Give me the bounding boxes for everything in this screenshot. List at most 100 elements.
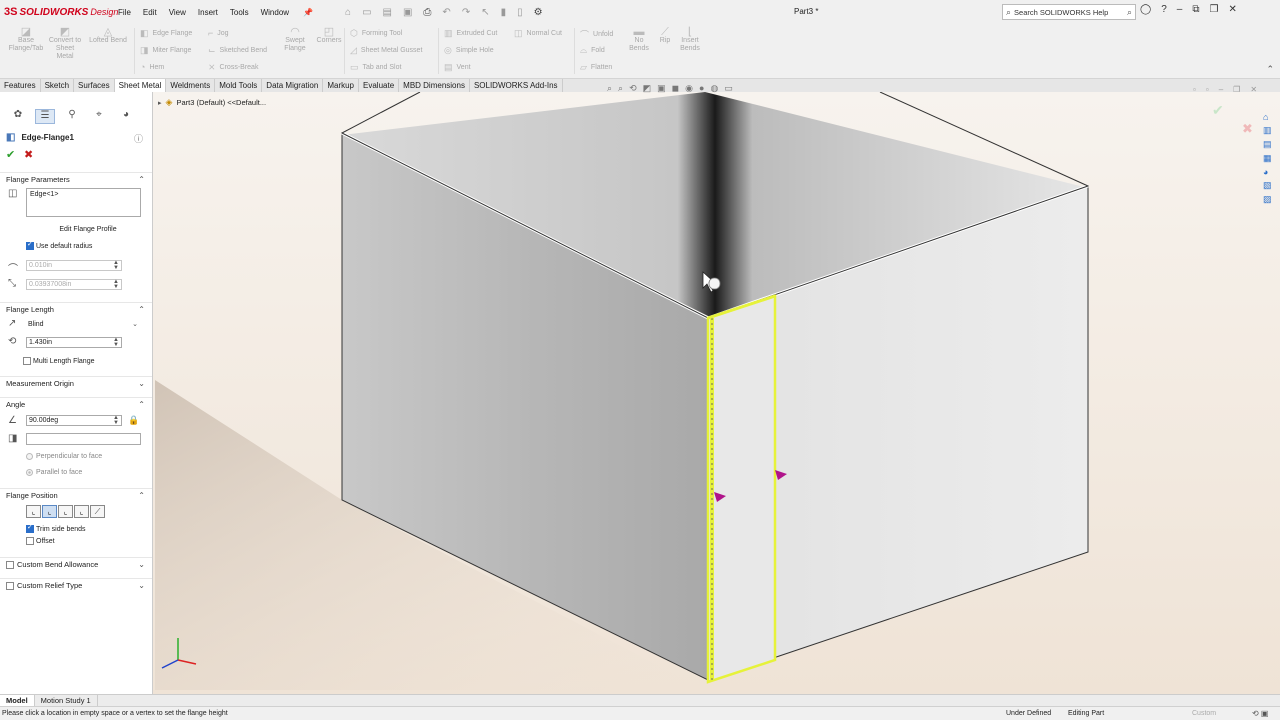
convert-sheet-metal-tool[interactable]: ◩ Convert to Sheet Metal — [48, 27, 82, 61]
menu-edit[interactable]: Edit — [137, 8, 163, 17]
tab-addins[interactable]: SOLIDWORKS Add-Ins — [470, 79, 563, 92]
flatten-tool[interactable]: ▱ Flatten — [580, 62, 612, 73]
menu-tools[interactable]: Tools — [224, 8, 255, 17]
tab-weldments[interactable]: Weldments — [166, 79, 216, 92]
spin-arrows-icon[interactable]: ▲ ▼ — [113, 337, 119, 348]
forum-icon[interactable]: ▨ — [1263, 194, 1272, 205]
help-circle-icon[interactable]: ⓘ — [134, 132, 143, 145]
expand-arrow-icon[interactable]: ▸ — [158, 99, 162, 107]
edit-appearance-icon[interactable]: ● — [699, 83, 704, 94]
select-icon[interactable]: ↖ — [481, 7, 489, 18]
options-gear-icon[interactable]: ⚙ — [534, 7, 543, 18]
trim-side-bends-checkbox[interactable]: Trim side bends — [26, 523, 86, 533]
print-icon[interactable]: ⎙ — [423, 7, 431, 18]
help-icon[interactable]: ? — [1161, 4, 1167, 15]
zoom-to-area-icon[interactable]: ⌕ — [618, 83, 623, 94]
section-flange-position[interactable]: Flange Position ⌃ — [0, 488, 152, 502]
feature-tree-flyout[interactable]: ▸ ◈ Part3 (Default) <<Default... — [158, 97, 266, 108]
spin-arrows-icon[interactable]: ▲ ▼ — [113, 279, 119, 290]
forming-tool[interactable]: ⬡ Forming Tool — [350, 28, 402, 39]
view-orientation-icon[interactable]: ▣ — [657, 83, 666, 94]
miter-flange-tool[interactable]: ◨ Miter Flange — [140, 45, 191, 56]
feature-manager-icon[interactable]: ✿ — [8, 109, 28, 124]
section-angle[interactable]: Angle ⌃ — [0, 397, 152, 411]
task-home-icon[interactable]: ⌂ — [1263, 112, 1272, 122]
fold-tool[interactable]: ⌓ Fold — [580, 45, 605, 56]
section-view-icon[interactable]: ◩ — [643, 83, 652, 94]
property-manager-icon[interactable]: ☰ — [35, 109, 55, 124]
gap-distance-field[interactable]: 0.03937008in ▲ ▼ — [26, 279, 122, 290]
graphics-area[interactable] — [153, 92, 1280, 694]
file-explorer-icon[interactable]: ▤ — [1263, 139, 1272, 150]
tab-features[interactable]: Features — [0, 79, 41, 92]
minimize-icon[interactable]: – — [1177, 4, 1183, 15]
use-default-radius-checkbox[interactable]: Use default radius — [26, 240, 92, 250]
cross-break-tool[interactable]: ⨯ Cross-Break — [208, 62, 258, 73]
close-icon[interactable]: ✕ — [1228, 4, 1236, 15]
rebuild-icon[interactable]: ▮ — [501, 7, 507, 18]
simple-hole-tool[interactable]: ◎ Simple Hole — [444, 45, 494, 56]
tangent-to-bend-icon[interactable]: ⟋ — [90, 505, 105, 518]
zoom-to-fit-icon[interactable]: ⌕ — [607, 83, 612, 94]
flange-length-field[interactable]: 1.430in ▲ ▼ — [26, 337, 122, 348]
tab-mold-tools[interactable]: Mold Tools — [215, 79, 263, 92]
menu-insert[interactable]: Insert — [192, 8, 224, 17]
flange-preview[interactable] — [706, 294, 777, 684]
viewport-restore-icon[interactable]: ❐ — [1233, 85, 1240, 94]
menu-view[interactable]: View — [163, 8, 192, 17]
section-flange-length[interactable]: Flange Length ⌃ — [0, 302, 152, 316]
reverse-direction-icon[interactable]: ↗ — [8, 318, 16, 329]
base-flange-tool[interactable]: ◪ Base Flange/Tab — [8, 27, 44, 53]
material-outside-icon[interactable]: ⌞ — [42, 505, 57, 518]
ok-check-icon[interactable]: ✔ — [6, 148, 15, 161]
previous-view-icon[interactable]: ⟲ — [629, 83, 637, 94]
tab-sheet-metal[interactable]: Sheet Metal — [114, 79, 167, 92]
confirm-ok-icon[interactable]: ✔ — [1212, 102, 1224, 119]
swept-flange-tool[interactable]: ◠ Swept Flange — [278, 27, 312, 53]
rebuild-status-icon[interactable]: ⟲ ▣ — [1252, 709, 1268, 718]
edge-flange-tool[interactable]: ◧ Edge Flange — [140, 28, 192, 39]
custom-properties-icon[interactable]: ▧ — [1263, 180, 1272, 191]
unfold-tool[interactable]: ⌒ Unfold — [580, 28, 613, 41]
menu-file[interactable]: File — [112, 8, 137, 17]
model-view[interactable] — [153, 92, 1280, 694]
section-measurement-origin[interactable]: Measurement Origin ⌄ — [0, 376, 152, 390]
virtual-sharp-icon[interactable]: ⌞ — [74, 505, 89, 518]
bend-outside-icon[interactable]: ⌞ — [58, 505, 73, 518]
insert-bends-tool[interactable]: ⌊ Insert Bends — [676, 27, 704, 53]
spin-arrows-icon[interactable]: ▲ ▼ — [113, 260, 119, 271]
section-custom-bend-allowance[interactable]: Custom Bend Allowance ⌄ — [0, 557, 152, 571]
custom-relief-type-checkbox[interactable] — [6, 581, 14, 590]
bend-radius-field[interactable]: 0.010in ▲ ▼ — [26, 260, 122, 271]
edge-selection-box[interactable]: Edge<1> — [26, 188, 141, 217]
spin-arrows-icon[interactable]: ▲ ▼ — [113, 415, 119, 426]
scene-icon[interactable]: ◍ — [710, 83, 718, 94]
sketched-bend-tool[interactable]: ⌙ Sketched Bend — [208, 45, 267, 56]
unit-system[interactable]: Custom — [1192, 710, 1216, 717]
tab-mbd-dimensions[interactable]: MBD Dimensions — [399, 79, 470, 92]
configuration-manager-icon[interactable]: ⚲ — [62, 109, 82, 124]
lock-icon[interactable]: 🔒 — [128, 415, 139, 426]
view-settings-icon[interactable]: ▭ — [724, 83, 733, 94]
viewport-split-icon[interactable]: ▫ — [1206, 85, 1209, 94]
normal-cut-tool[interactable]: ◫ Normal Cut — [514, 28, 562, 39]
section-flange-parameters[interactable]: Flange Parameters ⌃ — [0, 172, 152, 186]
tab-motion-study[interactable]: Motion Study 1 — [35, 695, 98, 706]
display-manager-icon[interactable]: ◕ — [116, 109, 136, 124]
redo-icon[interactable]: ↷ — [462, 7, 470, 18]
tab-markup[interactable]: Markup — [323, 79, 360, 92]
edit-flange-profile-button[interactable]: Edit Flange Profile — [50, 226, 126, 233]
tab-data-migration[interactable]: Data Migration — [262, 79, 324, 92]
new-document-icon[interactable]: ▭ — [362, 7, 371, 18]
open-icon[interactable]: ▤ — [383, 7, 392, 18]
dimxpert-icon[interactable]: ⌖ — [89, 109, 109, 124]
viewport-close-icon[interactable]: ✕ — [1250, 85, 1257, 94]
section-custom-relief-type[interactable]: Custom Relief Type ⌄ — [0, 578, 152, 592]
restore-icon[interactable]: ❐ — [1209, 4, 1218, 15]
file-properties-icon[interactable]: ▯ — [517, 7, 523, 18]
rip-tool[interactable]: ⟋ Rip — [654, 27, 676, 45]
no-bends-tool[interactable]: ▬ No Bends — [626, 27, 652, 53]
parallel-to-face-radio[interactable]: Parallel to face — [26, 469, 82, 476]
display-style-icon[interactable]: ◼ — [672, 83, 679, 94]
appearances-icon[interactable]: ◕ — [1263, 167, 1272, 177]
